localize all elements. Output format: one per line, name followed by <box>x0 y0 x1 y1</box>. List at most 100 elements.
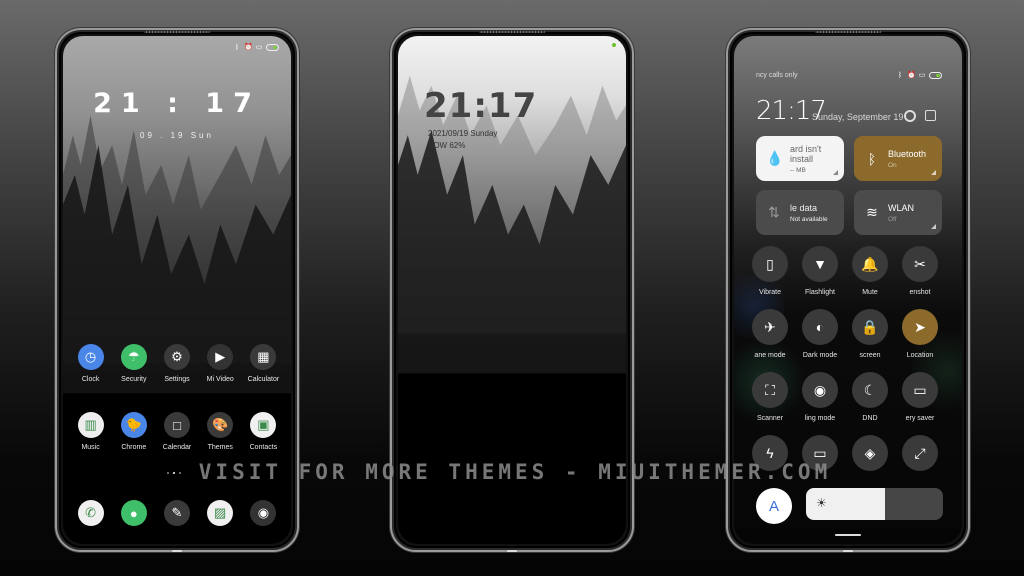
app-gallery[interactable]: ▨ <box>199 500 242 526</box>
toggle-label: Location <box>906 352 934 359</box>
app-label: Clock <box>81 376 100 383</box>
toggle-fullscreen[interactable]: ⤢ <box>895 435 945 471</box>
mobile-data-tile[interactable]: ⇅ le data Not available <box>756 190 844 235</box>
dock: ✆ ● ✎ ▨ ◉ <box>63 500 291 526</box>
auto-brightness-button[interactable]: A <box>756 488 792 524</box>
notes-icon: ✎ <box>164 500 190 526</box>
app-calendar[interactable]: □ Calendar <box>155 412 198 451</box>
app-themes[interactable]: 🎨 Themes <box>199 412 242 451</box>
flashlight-icon: ▼ <box>802 246 838 282</box>
camera-icon: ◉ <box>250 500 277 526</box>
location-icon: ➤ <box>902 309 938 345</box>
bluetooth-tile[interactable]: ᛒ Bluetooth On <box>854 136 942 181</box>
toggle-moon[interactable]: ☾ DND <box>845 372 895 422</box>
app-label: Mi Video <box>206 376 234 383</box>
toggle-flashlight[interactable]: ▼ Flashlight <box>795 246 845 296</box>
wifi-icon: ≋ <box>866 204 878 220</box>
bottom-nub <box>843 550 853 552</box>
fullscreen-icon: ⤢ <box>902 435 938 471</box>
app-notes[interactable]: ✎ <box>155 500 198 526</box>
app-label: Calendar <box>162 444 192 451</box>
app-security[interactable]: ☂ Security <box>112 344 155 383</box>
app-row-1: ◷ Clock ☂ Security ⚙ Settings ▶ Mi Video ▦ Calcul… <box>63 344 291 383</box>
droplet-icon: 💧 <box>766 150 784 166</box>
toggle-bell[interactable]: 🔔 Mute <box>845 246 895 296</box>
sun-icon: ☀ <box>816 496 827 510</box>
app-phone[interactable]: ✆ <box>69 500 112 526</box>
battery-percent-label: POW 62% <box>428 141 466 150</box>
toggle-label: Scanner <box>756 415 784 422</box>
toggle-location[interactable]: ➤ Location <box>895 309 945 359</box>
mi-share-icon: ◈ <box>852 435 888 471</box>
tile-title: le data <box>790 202 818 213</box>
clock-widget[interactable]: 21 : 17 <box>63 88 291 119</box>
app-contacts[interactable]: ▣ Contacts <box>242 412 285 451</box>
tile-subtitle: Not available <box>790 215 828 223</box>
app-clock[interactable]: ◷ Clock <box>69 344 112 383</box>
toggle-label: ling mode <box>804 415 836 422</box>
lock-icon: 🔒 <box>852 309 888 345</box>
toggle-label: enshot <box>909 289 931 296</box>
app-music[interactable]: ▥ Music <box>69 412 112 451</box>
status-bar: ᛒ ⏰ ▭ <box>233 44 279 51</box>
data-usage-tile[interactable]: 💧 ard isn't install -- MB <box>756 136 844 181</box>
bottom-nub <box>172 550 182 552</box>
edit-icon[interactable] <box>925 110 936 121</box>
palette-icon: 🎨 <box>207 412 234 438</box>
app-mi-video[interactable]: ▶ Mi Video <box>199 344 242 383</box>
clock-widget[interactable]: 21:17 <box>424 86 537 126</box>
bell-icon: 🔔 <box>852 246 888 282</box>
calendar-icon: □ <box>164 412 190 438</box>
messages-icon: ● <box>120 500 147 526</box>
toggle-label: Flashlight <box>805 289 835 296</box>
toggle-scanner[interactable]: ⛶ Scanner <box>745 372 795 422</box>
toggle-eye[interactable]: ◉ ling mode <box>795 372 845 422</box>
app-row-2: ▥ Music 🐤 Chrome □ Calendar 🎨 Themes ▣ Contacts <box>63 412 291 451</box>
expand-corner-icon <box>931 224 936 229</box>
toggle-label: Mute <box>862 289 878 296</box>
app-messages[interactable]: ● <box>112 500 155 526</box>
toggle-vibrate[interactable]: ▯ Vibrate <box>745 246 795 296</box>
toggle-screenshot[interactable]: ✂ enshot <box>895 246 945 296</box>
bluetooth-icon: ᛒ <box>867 150 877 167</box>
home-indicator[interactable] <box>835 534 861 536</box>
toggle-lock[interactable]: 🔒 screen <box>845 309 895 359</box>
bluetooth-icon: ᛒ <box>234 44 240 51</box>
date-label: 09 . 19 Sun <box>140 131 214 140</box>
speaker-grille <box>479 31 545 33</box>
toggle-airplane[interactable]: ✈ ane mode <box>745 309 795 359</box>
sim-icon: ▭ <box>255 44 263 51</box>
toggle-dark-mode[interactable]: ◐ Dark mode <box>795 309 845 359</box>
dark-mode-icon: ◐ <box>802 309 838 345</box>
toggle-label: DND <box>862 415 878 422</box>
tile-title: WLAN <box>888 202 915 213</box>
screenshot-icon: ✂ <box>902 246 938 282</box>
app-label: Themes <box>207 444 233 451</box>
airplane-icon: ✈ <box>752 309 788 345</box>
contacts-icon: ▣ <box>250 412 277 438</box>
expand-corner-icon <box>833 170 838 175</box>
brightness-slider[interactable]: ☀ <box>806 488 943 520</box>
piano-icon: ▥ <box>77 412 104 438</box>
speaker-grille <box>144 31 210 33</box>
alarm-icon: ⏰ <box>907 72 916 79</box>
page-dot[interactable] <box>167 472 169 474</box>
expand-corner-icon <box>931 170 936 175</box>
clock-icon: ◷ <box>77 344 104 370</box>
app-calculator[interactable]: ▦ Calculator <box>242 344 285 383</box>
wlan-tile[interactable]: ≋ WLAN Off <box>854 190 942 235</box>
app-settings[interactable]: ⚙ Settings <box>155 344 198 383</box>
app-label: Contacts <box>249 444 278 451</box>
vibrate-icon: ▯ <box>752 246 788 282</box>
settings-gear-icon[interactable] <box>904 110 916 122</box>
toggle-battery-saver[interactable]: ▭ ery saver <box>895 372 945 422</box>
app-label: Security <box>121 376 147 383</box>
app-chrome[interactable]: 🐤 Chrome <box>112 412 155 451</box>
video-icon: ▶ <box>207 344 234 370</box>
umbrella-icon: ☂ <box>120 344 147 370</box>
bottom-nub <box>507 550 517 552</box>
app-camera[interactable]: ◉ <box>242 500 285 526</box>
status-bar: ᛒ ⏰ ▭ <box>896 72 942 79</box>
watermark-text: VISIT FOR MORE THEMES - MIUITHEMER.COM <box>198 460 832 484</box>
carrier-label: ncy calls only <box>756 72 798 79</box>
